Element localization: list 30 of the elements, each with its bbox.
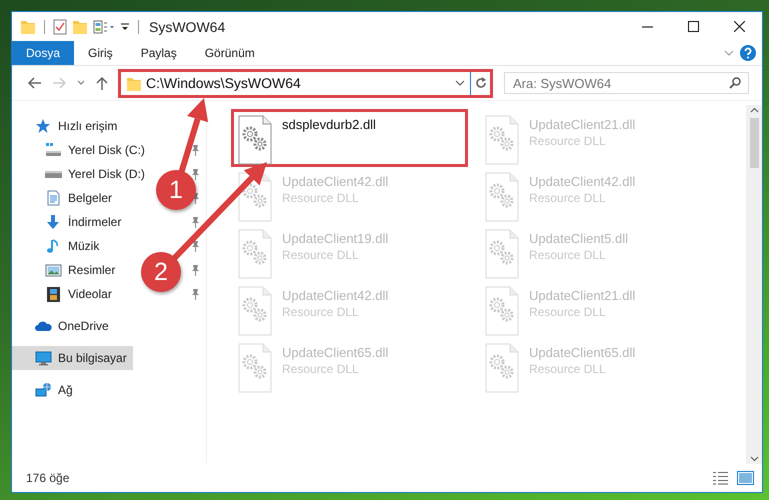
ribbon-tab[interactable]: Paylaş — [126, 41, 191, 65]
nav-item[interactable]: OneDrive — [12, 314, 115, 338]
nav-item[interactable]: Yerel Disk (D:) — [12, 162, 151, 186]
nav-item[interactable]: Müzik — [12, 234, 106, 258]
file-item[interactable]: sdsplevdurb2.dll — [231, 109, 468, 167]
file-name: UpdateClient21.dll — [529, 288, 636, 303]
nav-item[interactable]: Resimler — [12, 258, 122, 282]
nav-item[interactable]: Belgeler — [12, 186, 118, 210]
file-name: UpdateClient21.dll — [529, 117, 636, 132]
file-name: UpdateClient65.dll — [529, 345, 636, 360]
file-name: UpdateClient42.dll — [529, 174, 636, 189]
file-name: UpdateClient42.dll — [282, 174, 388, 189]
nav-item[interactable]: Yerel Disk (C:) — [12, 138, 151, 162]
ribbon-tab[interactable]: Görünüm — [190, 41, 269, 65]
ribbon-tab[interactable]: Giriş — [74, 41, 127, 65]
nav-item[interactable]: Ağ — [12, 378, 79, 402]
ribbon-tab[interactable]: Dosya — [12, 41, 74, 65]
address-field[interactable]: C:\Windows\SysWOW64 — [118, 68, 493, 98]
file-name: UpdateClient65.dll — [282, 345, 388, 360]
window-title: SysWOW64 — [149, 18, 226, 34]
nav-item[interactable]: İndirmeler — [12, 210, 128, 234]
search-field[interactable]: Ara: SysWOW64 — [504, 72, 749, 94]
file-name: UpdateClient5.dll — [529, 231, 628, 246]
nav-item[interactable]: Videolar — [12, 282, 118, 306]
item-count: 176 öğe — [26, 471, 70, 485]
file-name: UpdateClient19.dll — [282, 231, 388, 246]
file-name: sdsplevdurb2.dll — [282, 117, 376, 132]
file-name: UpdateClient42.dll — [282, 288, 388, 303]
nav-item[interactable]: Bu bilgisayar — [12, 346, 133, 370]
nav-item[interactable]: Hızlı erişim — [12, 114, 124, 138]
